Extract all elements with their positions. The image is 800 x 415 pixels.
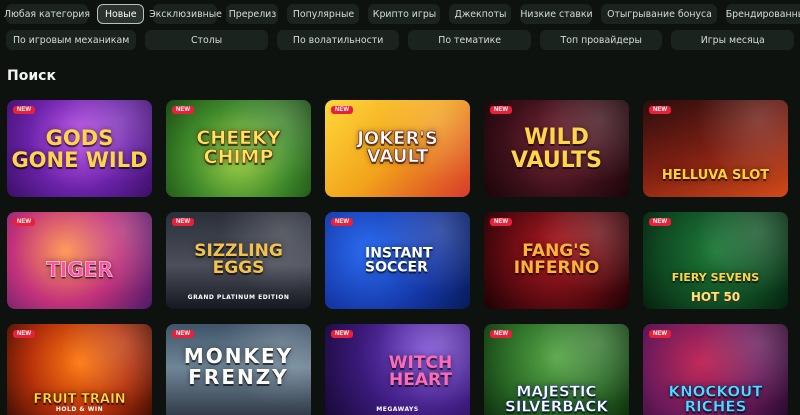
- game-title: INSTANT SOCCER: [365, 244, 433, 276]
- game-tile[interactable]: NEW KNOCKOUT RICHES: [643, 324, 788, 415]
- secondary-filter-bar: По игровым механикам Столы По волатильност…: [6, 30, 795, 50]
- game-title: JOKER'S VAULT: [357, 127, 438, 168]
- new-badge: NEW: [172, 218, 194, 226]
- filter-chip[interactable]: Игры месяца: [671, 30, 795, 50]
- game-title: WITCH HEART: [388, 352, 453, 391]
- filter-chip[interactable]: По тематике: [408, 30, 531, 50]
- game-title: FRUIT TRAIN: [33, 391, 126, 407]
- filter-chip[interactable]: Брендированные игры: [726, 4, 800, 24]
- game-title: KNOCKOUT RICHES: [668, 381, 763, 415]
- game-tile[interactable]: NEW FANG'S INFERNO: [484, 212, 629, 309]
- filter-chip[interactable]: Джекпоты: [449, 4, 512, 24]
- new-badge: NEW: [331, 330, 353, 338]
- new-badge: NEW: [172, 330, 194, 338]
- new-badge: NEW: [649, 106, 671, 114]
- new-badge: NEW: [331, 218, 353, 226]
- game-tile[interactable]: NEW CHEEKY CHIMP: [166, 100, 311, 197]
- game-title: HELLUVA SLOT: [661, 167, 770, 183]
- new-badge: NEW: [331, 106, 353, 114]
- game-title: TIGER: [46, 257, 113, 282]
- game-title: FIERY SEVENS: [671, 271, 760, 285]
- game-subtitle: HOLD & WIN: [55, 406, 104, 413]
- game-tile[interactable]: NEW TIGER: [7, 212, 152, 309]
- filter-chip[interactable]: Любая категория: [4, 4, 90, 24]
- game-tile[interactable]: NEW MONKEY FRENZY: [166, 324, 311, 415]
- new-badge: NEW: [649, 330, 671, 338]
- game-subtitle: GRAND PLATINUM EDITION: [187, 294, 290, 301]
- filter-chip[interactable]: Новые: [97, 4, 145, 24]
- filter-chip[interactable]: Низкие ставки: [520, 4, 593, 24]
- filter-chip[interactable]: По волатильности: [276, 30, 400, 50]
- new-badge: NEW: [13, 330, 35, 338]
- game-tile[interactable]: NEW WITCH HEART MEGAWAYS: [325, 324, 470, 415]
- game-title: FANG'S INFERNO: [513, 240, 600, 279]
- games-grid: NEW GODS GONE WILD NEW CHEEKY CHIMP NEW JOKER…: [7, 100, 788, 415]
- game-tile[interactable]: NEW HELLUVA SLOT: [643, 100, 788, 197]
- game-title: GODS GONE WILD: [11, 125, 148, 172]
- new-badge: NEW: [490, 218, 512, 226]
- game-tile[interactable]: NEW MAJESTIC SILVERBACK: [484, 324, 629, 415]
- category-filter-bar: Любая категория Новые Эксклюзивные Пререлиз…: [4, 4, 800, 24]
- game-tile[interactable]: NEW SIZZLING EGGS GRAND PLATINUM EDITION: [166, 212, 311, 309]
- game-tile[interactable]: NEW JOKER'S VAULT: [325, 100, 470, 197]
- new-badge: NEW: [13, 218, 35, 226]
- new-badge: NEW: [13, 106, 35, 114]
- game-title: MAJESTIC SILVERBACK: [505, 381, 608, 415]
- filter-chip[interactable]: Отыгрывание бонуса: [601, 4, 718, 24]
- filter-chip[interactable]: Крипто игры: [368, 4, 441, 24]
- filter-chip[interactable]: По игровым механикам: [6, 30, 137, 50]
- filter-chip[interactable]: Эксклюзивные: [149, 4, 222, 24]
- filter-chip[interactable]: Популярные: [287, 4, 360, 24]
- game-tile[interactable]: NEW FIERY SEVENS HOT 50: [643, 212, 788, 309]
- filter-chip[interactable]: Топ провайдеры: [539, 30, 663, 50]
- game-subtitle: MEGAWAYS: [376, 406, 419, 413]
- game-tile[interactable]: NEW GODS GONE WILD: [7, 100, 152, 197]
- game-title: SIZZLING EGGS: [194, 240, 283, 279]
- new-badge: NEW: [172, 106, 194, 114]
- new-badge: NEW: [490, 106, 512, 114]
- game-tile[interactable]: NEW FRUIT TRAIN HOLD & WIN: [7, 324, 152, 415]
- game-tile[interactable]: NEW INSTANT SOCCER: [325, 212, 470, 309]
- game-title: MONKEY FRENZY: [183, 343, 294, 389]
- game-title: WILD VAULTS: [511, 124, 602, 173]
- filter-chip[interactable]: Столы: [145, 30, 268, 50]
- new-badge: NEW: [649, 218, 671, 226]
- filter-chip[interactable]: Пререлиз: [226, 4, 279, 24]
- section-title: Поиск: [7, 68, 56, 84]
- game-title: CHEEKY CHIMP: [196, 126, 281, 169]
- game-subtitle: HOT 50: [690, 289, 741, 304]
- new-badge: NEW: [490, 330, 512, 338]
- game-tile[interactable]: NEW WILD VAULTS: [484, 100, 629, 197]
